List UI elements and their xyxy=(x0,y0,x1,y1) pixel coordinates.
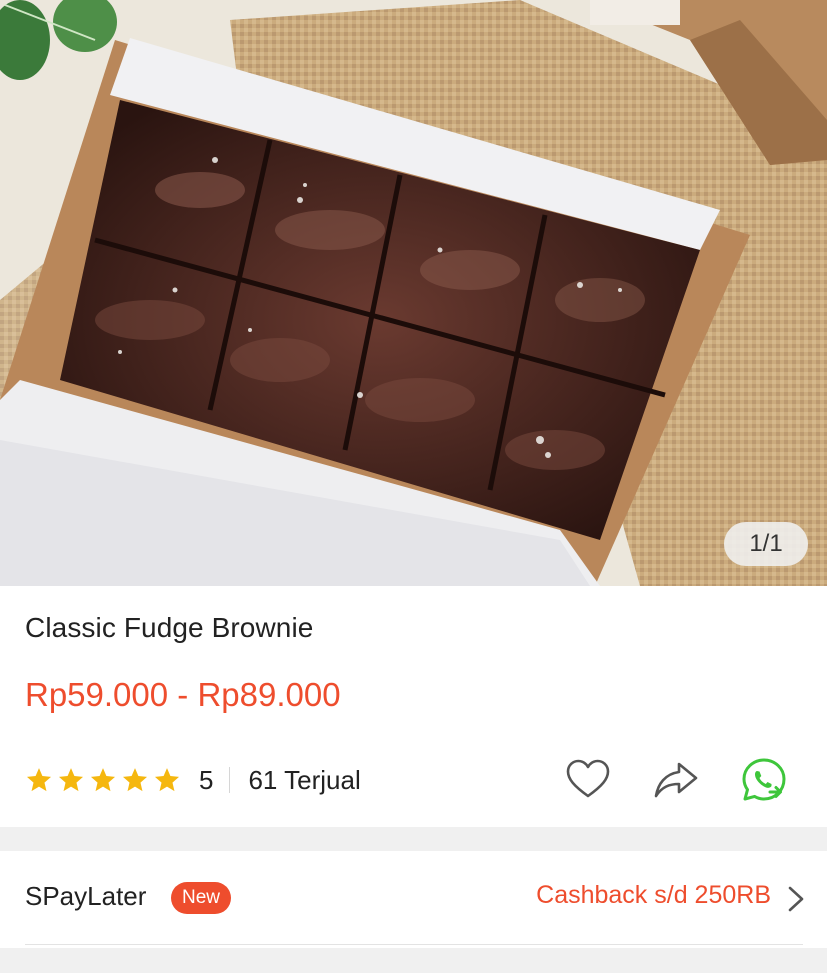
image-counter: 1/1 xyxy=(724,522,808,566)
whatsapp-icon xyxy=(742,758,786,801)
section-spacer-bottom xyxy=(0,948,827,973)
product-price: Rp59.000 - Rp89.000 xyxy=(25,676,341,713)
share-icon xyxy=(654,762,698,798)
whatsapp-button[interactable] xyxy=(740,756,788,804)
heart-icon xyxy=(566,759,610,798)
share-button[interactable] xyxy=(652,756,700,804)
cashback-promo: Cashback s/d 250RB xyxy=(536,881,771,909)
new-badge: New xyxy=(171,882,232,914)
favorite-button[interactable] xyxy=(564,756,612,804)
action-bar xyxy=(0,756,827,804)
row-divider xyxy=(25,944,803,945)
product-image[interactable]: 1/1 xyxy=(0,0,827,586)
product-title: Classic Fudge Brownie xyxy=(25,612,314,643)
section-spacer xyxy=(0,827,827,851)
brownie-photo xyxy=(0,0,827,586)
spaylater-row[interactable]: SPayLater Cashback s/d 250RB xyxy=(0,851,827,945)
spaylater-label: SPayLater xyxy=(25,881,147,911)
chevron-right-icon xyxy=(788,886,804,912)
